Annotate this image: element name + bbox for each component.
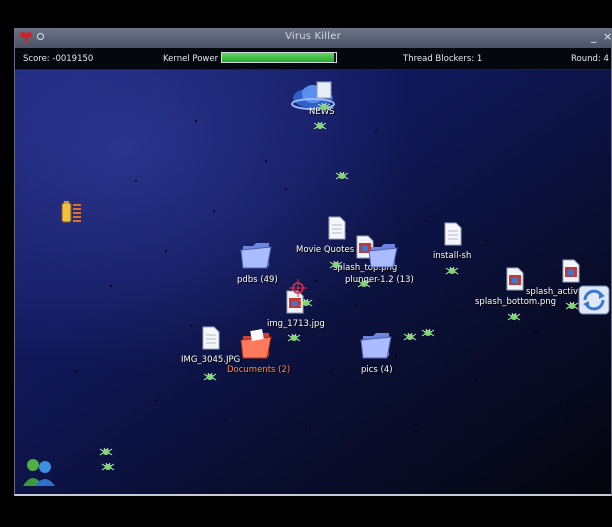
virus-bug-icon[interactable] <box>313 121 327 131</box>
virus-bug-icon[interactable] <box>565 301 579 311</box>
image-file-icon[interactable] <box>505 267 525 291</box>
folder-icon[interactable] <box>359 328 395 360</box>
virus-bug-icon[interactable] <box>357 279 371 289</box>
text-file-icon[interactable] <box>443 222 463 246</box>
documents-label: Documents (2) <box>227 365 291 375</box>
kernel-power-fill <box>222 53 334 62</box>
image-file-icon[interactable] <box>561 259 581 283</box>
install-sh-label: install-sh <box>433 251 472 261</box>
img-1713-label: img_1713.jpg <box>267 319 325 329</box>
close-button[interactable]: × <box>603 31 611 43</box>
img-3045-label: IMG_3045.JPG <box>181 355 241 365</box>
recycle-icon[interactable] <box>575 282 612 318</box>
virus-bug-icon[interactable] <box>203 372 217 382</box>
virus-bug-icon[interactable] <box>329 260 343 270</box>
virus-bug-icon[interactable] <box>421 328 435 338</box>
kernel-power-bar <box>221 52 337 63</box>
movie-quotes-label: Movie Quotes <box>296 245 355 255</box>
virus-bug-icon[interactable] <box>99 447 113 457</box>
text-file-icon[interactable] <box>327 216 347 240</box>
hud-bar: Score: -0019150 Kernel Power Thread Bloc… <box>15 48 611 70</box>
virus-bug-icon[interactable] <box>335 171 349 181</box>
window-title: Virus Killer <box>285 31 341 42</box>
virus-bug-icon[interactable] <box>445 266 459 276</box>
splash-bottom-label: splash_bottom.png <box>475 297 557 307</box>
virus-bug-icon[interactable] <box>317 102 331 112</box>
game-window: Virus Killer _ × Score: -0019150 Kernel … <box>14 28 612 496</box>
folder-icon[interactable] <box>367 239 401 269</box>
round-text: Round: 4 <box>571 54 609 64</box>
people-icon[interactable] <box>21 456 57 488</box>
virus-bug-icon[interactable] <box>287 333 301 343</box>
text-file-icon[interactable] <box>201 326 221 350</box>
play-field[interactable]: NEWS pdbs (49) Movie Quotes splash_top.p… <box>15 70 611 494</box>
virus-bug-icon[interactable] <box>507 312 521 322</box>
titlebar: Virus Killer _ × <box>15 28 611 49</box>
virus-bug-icon[interactable] <box>101 462 115 472</box>
battery-icon[interactable] <box>61 200 83 224</box>
pics-label: pics (4) <box>361 365 393 375</box>
folder-icon[interactable] <box>239 238 275 270</box>
pdbs-label: pdbs (49) <box>237 275 278 285</box>
plunger-label: plunger-1.2 (13) <box>345 275 414 285</box>
virus-bug-icon[interactable] <box>403 332 417 342</box>
minimize-button[interactable]: _ <box>591 31 597 43</box>
kernel-power-label: Kernel Power <box>163 54 219 64</box>
score-text: Score: -0019150 <box>23 54 94 64</box>
virus-bug-icon[interactable] <box>299 298 313 308</box>
crosshair-icon <box>289 279 307 297</box>
thread-blockers-text: Thread Blockers: 1 <box>403 54 483 64</box>
folder-icon[interactable] <box>239 328 275 360</box>
